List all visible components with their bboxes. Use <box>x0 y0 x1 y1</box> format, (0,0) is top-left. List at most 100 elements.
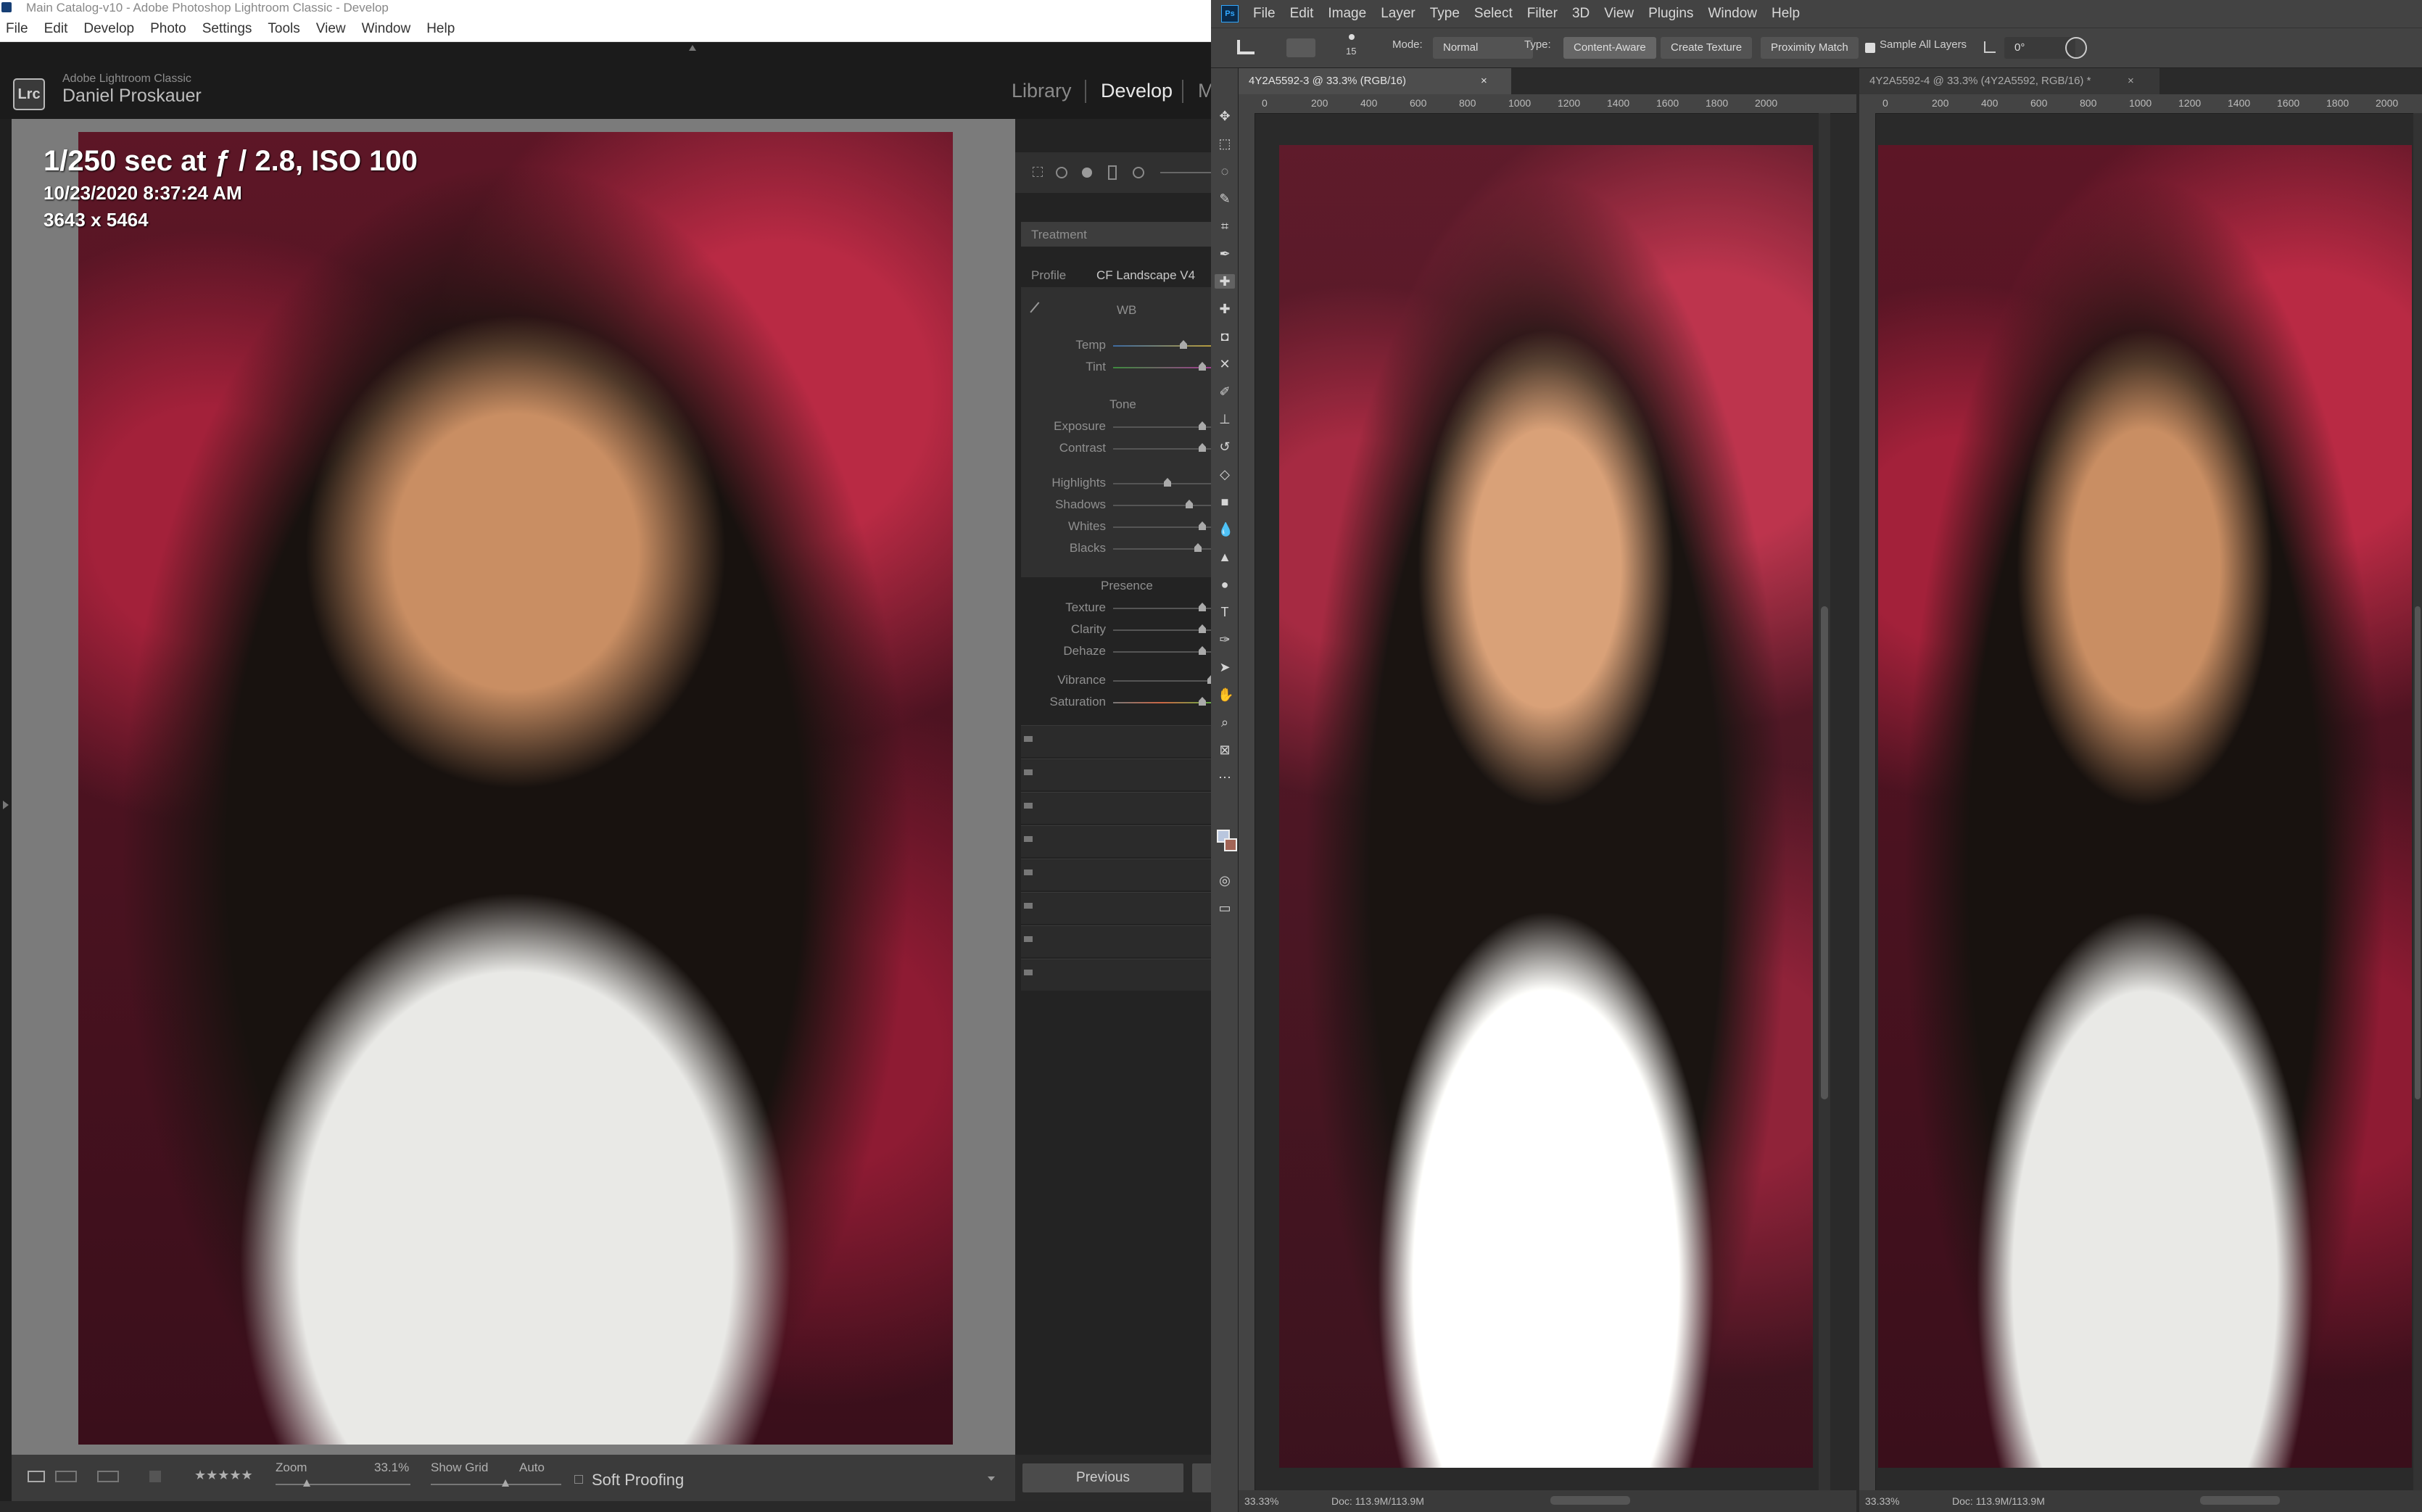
sample-all-layers-checkbox[interactable] <box>1865 43 1875 53</box>
collapsed-panel-transform[interactable] <box>1021 892 1211 924</box>
brush-slider[interactable] <box>1160 172 1211 173</box>
menu-tools[interactable]: Tools <box>268 21 299 37</box>
crop-tool-icon[interactable] <box>1033 167 1043 177</box>
menu-file[interactable]: File <box>6 21 28 37</box>
toolbar-menu-chevron-icon[interactable] <box>988 1476 995 1481</box>
grid-slider-thumb[interactable] <box>502 1479 509 1487</box>
previous-button[interactable]: Previous <box>1022 1463 1183 1492</box>
home-icon[interactable] <box>1237 40 1255 54</box>
temp-slider[interactable] <box>1113 340 1211 349</box>
compare-view-icon[interactable] <box>55 1471 77 1482</box>
path-selection-icon[interactable]: ✑ <box>1218 632 1232 647</box>
document-2-horizontal-scroll-thumb[interactable] <box>2200 1496 2280 1505</box>
menu-photo[interactable]: Photo <box>150 21 186 37</box>
patch-tool-icon[interactable]: ◘ <box>1218 329 1232 344</box>
eraser-icon[interactable]: ◇ <box>1218 467 1232 482</box>
highlights-slider[interactable] <box>1113 478 1211 487</box>
screen-mode-icon[interactable]: ▭ <box>1218 901 1232 915</box>
menu-view[interactable]: View <box>316 21 346 37</box>
document-1-horizontal-scroll-thumb[interactable] <box>1550 1496 1630 1505</box>
brush-size[interactable]: 15 <box>1346 46 1356 57</box>
loupe-view-icon[interactable] <box>28 1471 45 1482</box>
brush-preview-icon[interactable] <box>1349 34 1355 40</box>
show-grid-value[interactable]: Auto <box>519 1461 545 1475</box>
eyedropper-icon[interactable]: ✒ <box>1218 247 1232 261</box>
grid-slider[interactable] <box>431 1479 561 1487</box>
document-2-tab[interactable]: 4Y2A5592-4 @ 33.3% (4Y2A5592, RGB/16) * … <box>1859 68 2159 94</box>
menu-settings[interactable]: Settings <box>202 21 252 37</box>
whites-slider[interactable] <box>1113 521 1211 530</box>
ps-menu-view[interactable]: View <box>1604 6 1634 22</box>
clarity-slider[interactable] <box>1113 624 1211 633</box>
marquee-tool-icon[interactable]: ⬚ <box>1218 136 1232 151</box>
tint-slider[interactable] <box>1113 362 1211 371</box>
module-develop[interactable]: Develop <box>1101 80 1173 102</box>
pressure-size-icon[interactable] <box>2065 37 2087 59</box>
hand-tool-icon[interactable]: ✋ <box>1218 687 1233 702</box>
collapsed-panel-tone-curve[interactable] <box>1021 725 1211 757</box>
ps-menu-plugins[interactable]: Plugins <box>1648 6 1693 22</box>
expand-left-panel-icon[interactable] <box>3 801 9 809</box>
menu-window[interactable]: Window <box>362 21 411 37</box>
artboard-icon[interactable]: ⊠ <box>1218 743 1232 757</box>
exposure-slider[interactable] <box>1113 421 1211 430</box>
collapsed-panel-hsl[interactable] <box>1021 759 1211 790</box>
soft-proofing-checkbox[interactable] <box>574 1475 583 1484</box>
brush-tool-icon[interactable]: ✐ <box>1218 384 1232 399</box>
collapsed-panel-effects[interactable] <box>1021 925 1211 957</box>
module-more[interactable]: M <box>1198 80 1211 102</box>
collapsed-panel-color-grading[interactable] <box>1021 792 1211 824</box>
collapsed-panel-lens[interactable] <box>1021 859 1211 891</box>
mode-dropdown[interactable]: Normal <box>1433 37 1533 59</box>
zoom-slider-thumb[interactable] <box>303 1479 310 1487</box>
ps-menu-3d[interactable]: 3D <box>1572 6 1590 22</box>
shadows-slider[interactable] <box>1113 500 1211 508</box>
ps-menu-window[interactable]: Window <box>1708 6 1757 22</box>
pen-tool-icon[interactable]: ● <box>1218 577 1232 592</box>
lasso-tool-icon[interactable]: ◌ <box>1218 164 1232 178</box>
quick-selection-icon[interactable]: ✎ <box>1218 191 1232 206</box>
type-create-texture[interactable]: Create Texture <box>1661 37 1753 59</box>
module-library[interactable]: Library <box>1012 80 1072 102</box>
document-2-scroll-thumb[interactable] <box>2415 606 2421 1099</box>
contrast-slider[interactable] <box>1113 443 1211 452</box>
menu-edit[interactable]: Edit <box>44 21 68 37</box>
document-1-scroll-thumb[interactable] <box>1821 606 1828 1099</box>
type-tool-icon[interactable]: T <box>1218 605 1232 619</box>
ps-menu-type[interactable]: Type <box>1430 6 1460 22</box>
ps-menu-layer[interactable]: Layer <box>1381 6 1415 22</box>
ps-menu-file[interactable]: File <box>1253 6 1276 22</box>
background-color-swatch[interactable] <box>1224 838 1237 851</box>
spot-removal-icon[interactable] <box>1056 167 1067 178</box>
move-tool-icon[interactable]: ✥ <box>1218 109 1232 123</box>
document-1-vertical-scrollbar[interactable] <box>1819 113 1830 1490</box>
dodge-tool-icon[interactable]: ▲ <box>1218 550 1232 564</box>
graduated-filter-icon[interactable] <box>1108 165 1117 180</box>
radial-filter-icon[interactable] <box>1133 167 1144 178</box>
blacks-slider[interactable] <box>1113 543 1211 552</box>
ps-menu-select[interactable]: Select <box>1474 6 1513 22</box>
profile-dropdown[interactable]: CF Landscape V4 <box>1096 268 1195 283</box>
collapsed-panel-calibration[interactable] <box>1021 959 1211 991</box>
document-2-vertical-scrollbar[interactable] <box>2413 113 2422 1490</box>
blur-tool-icon[interactable]: 💧 <box>1218 522 1233 537</box>
zoom-tool-icon[interactable]: ⌕ <box>1218 715 1232 730</box>
direct-selection-icon[interactable]: ➤ <box>1218 660 1232 674</box>
gradient-tool-icon[interactable]: ■ <box>1218 495 1232 509</box>
red-eye-icon[interactable] <box>1082 168 1092 178</box>
crop-tool-icon[interactable]: ⌗ <box>1218 219 1232 234</box>
saturation-slider[interactable] <box>1113 697 1211 706</box>
tool-preset-picker[interactable] <box>1286 38 1315 57</box>
document-1-zoom[interactable]: 33.33% <box>1244 1490 1278 1512</box>
before-after-icon[interactable] <box>97 1471 119 1482</box>
history-brush-icon[interactable]: ↺ <box>1218 439 1232 454</box>
collapsed-panel-detail[interactable] <box>1021 825 1211 857</box>
clone-stamp-icon[interactable]: ⊥ <box>1218 412 1232 426</box>
vibrance-slider[interactable] <box>1113 675 1211 684</box>
ps-menu-edit[interactable]: Edit <box>1290 6 1314 22</box>
dehaze-slider[interactable] <box>1113 646 1211 655</box>
zoom-slider[interactable] <box>276 1479 410 1487</box>
ps-menu-help[interactable]: Help <box>1772 6 1800 22</box>
document-1-tab[interactable]: 4Y2A5592-3 @ 33.3% (RGB/16) × <box>1239 68 1511 94</box>
reset-button-partial[interactable] <box>1192 1463 1211 1492</box>
